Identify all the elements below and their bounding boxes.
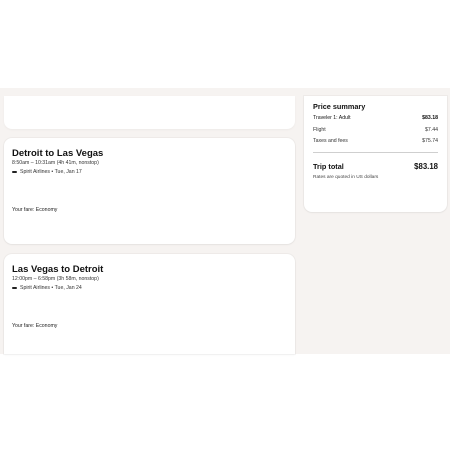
flight-title: Las Vegas to Detroit — [12, 264, 104, 275]
trip-total-price: $83.18 — [414, 162, 438, 171]
trip-total-label: Trip total — [313, 162, 344, 171]
price-summary-card: Price summary Traveler 1: Adult $83.18 F… — [304, 96, 447, 212]
taxes-price-row: Taxes and fees $75.74 — [313, 138, 438, 144]
summary-divider — [313, 152, 438, 153]
price-summary-title: Price summary — [313, 102, 366, 111]
fare-label: Your fare: Economy — [12, 323, 58, 329]
traveler-price: $83.18 — [422, 115, 438, 121]
flight-price: $7.44 — [425, 127, 438, 133]
airline-logo-icon — [12, 170, 18, 174]
flight-time: 12:00pm – 6:58pm (3h 58m, nonstop) — [12, 276, 99, 282]
flight-price-label: Flight — [313, 127, 326, 133]
flight-time: 8:50am – 10:31am (4h 41m, nonstop) — [12, 160, 99, 166]
fare-label: Your fare: Economy — [12, 207, 58, 213]
flight-price-row: Flight $7.44 — [313, 127, 438, 133]
trip-total-row: Trip total $83.18 — [313, 162, 438, 171]
airline-text: Spirit Airlines • Tue, Jan 24 — [20, 285, 82, 291]
traveler-price-row: Traveler 1: Adult $83.18 — [313, 115, 438, 121]
traveler-label: Traveler 1: Adult — [313, 115, 351, 121]
flight-airline-line: Spirit Airlines • Tue, Jan 17 — [12, 169, 82, 175]
currency-note: Rates are quoted in US dollars — [313, 175, 379, 180]
flight-card-outbound: Detroit to Las Vegas 8:50am – 10:31am (4… — [4, 138, 295, 244]
airline-text: Spirit Airlines • Tue, Jan 17 — [20, 169, 82, 175]
flight-airline-line: Spirit Airlines • Tue, Jan 24 — [12, 285, 82, 291]
taxes-label: Taxes and fees — [313, 138, 348, 144]
flight-card-partial — [4, 96, 295, 129]
taxes-price: $75.74 — [422, 138, 438, 144]
flight-card-return: Las Vegas to Detroit 12:00pm – 6:58pm (3… — [4, 254, 295, 354]
airline-logo-icon — [12, 286, 18, 290]
flight-title: Detroit to Las Vegas — [12, 148, 104, 159]
